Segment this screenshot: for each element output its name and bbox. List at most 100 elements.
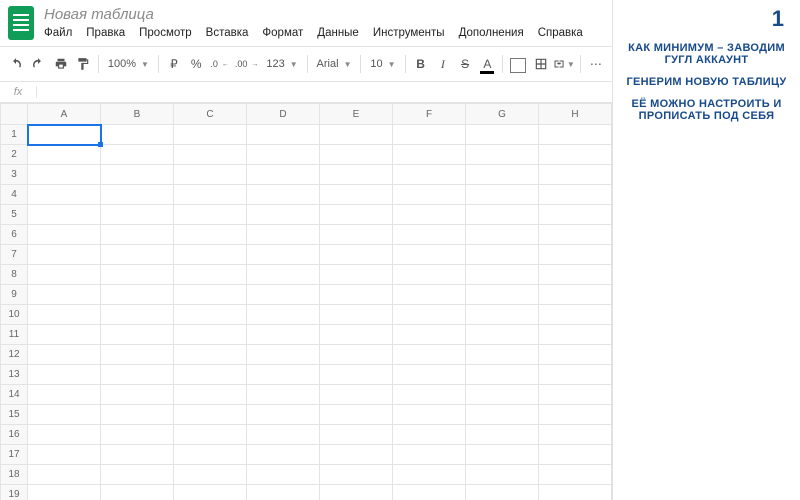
- merge-cells-button[interactable]: ▼: [553, 53, 575, 75]
- cell[interactable]: [101, 285, 174, 305]
- cell[interactable]: [28, 125, 101, 145]
- row-header[interactable]: 3: [1, 165, 28, 185]
- cell[interactable]: [393, 365, 466, 385]
- cell[interactable]: [466, 145, 539, 165]
- row-header[interactable]: 17: [1, 445, 28, 465]
- row-header[interactable]: 7: [1, 245, 28, 265]
- cell[interactable]: [466, 125, 539, 145]
- cell[interactable]: [247, 225, 320, 245]
- cell[interactable]: [28, 385, 101, 405]
- cell[interactable]: [247, 465, 320, 485]
- cell[interactable]: [28, 265, 101, 285]
- paint-format-button[interactable]: [73, 53, 93, 75]
- cell[interactable]: [28, 405, 101, 425]
- cell[interactable]: [320, 465, 393, 485]
- more-toolbar-button[interactable]: ⋯: [586, 53, 606, 75]
- row-header[interactable]: 9: [1, 285, 28, 305]
- cell[interactable]: [320, 445, 393, 465]
- cell[interactable]: [28, 205, 101, 225]
- row-header[interactable]: 5: [1, 205, 28, 225]
- row-header[interactable]: 19: [1, 485, 28, 500]
- row-header[interactable]: 1: [1, 125, 28, 145]
- column-header[interactable]: D: [247, 104, 320, 125]
- cell[interactable]: [539, 425, 612, 445]
- row-header[interactable]: 13: [1, 365, 28, 385]
- cell[interactable]: [247, 365, 320, 385]
- cell[interactable]: [28, 325, 101, 345]
- cell[interactable]: [101, 405, 174, 425]
- cell[interactable]: [101, 385, 174, 405]
- cell[interactable]: [320, 125, 393, 145]
- row-header[interactable]: 14: [1, 385, 28, 405]
- row-header[interactable]: 10: [1, 305, 28, 325]
- cell[interactable]: [28, 225, 101, 245]
- cell[interactable]: [247, 485, 320, 500]
- cell[interactable]: [247, 165, 320, 185]
- cell[interactable]: [466, 185, 539, 205]
- cell[interactable]: [247, 445, 320, 465]
- cell[interactable]: [539, 225, 612, 245]
- column-header[interactable]: G: [466, 104, 539, 125]
- undo-button[interactable]: [6, 53, 26, 75]
- menu-help[interactable]: Справка: [538, 27, 583, 39]
- cell[interactable]: [393, 285, 466, 305]
- cell[interactable]: [466, 445, 539, 465]
- number-format-dropdown[interactable]: 123▼: [262, 53, 301, 75]
- cell[interactable]: [466, 165, 539, 185]
- cell[interactable]: [393, 265, 466, 285]
- cell[interactable]: [101, 445, 174, 465]
- cell[interactable]: [320, 405, 393, 425]
- cell[interactable]: [28, 285, 101, 305]
- cell[interactable]: [174, 325, 247, 345]
- menu-format[interactable]: Формат: [262, 27, 303, 39]
- row-header[interactable]: 6: [1, 225, 28, 245]
- percent-button[interactable]: %: [186, 53, 206, 75]
- cell[interactable]: [101, 365, 174, 385]
- cell[interactable]: [174, 205, 247, 225]
- cell[interactable]: [393, 425, 466, 445]
- cell[interactable]: [393, 225, 466, 245]
- cell[interactable]: [320, 305, 393, 325]
- cell[interactable]: [247, 205, 320, 225]
- cell[interactable]: [174, 185, 247, 205]
- cell[interactable]: [101, 245, 174, 265]
- cell[interactable]: [28, 465, 101, 485]
- cell[interactable]: [247, 125, 320, 145]
- cell[interactable]: [539, 445, 612, 465]
- increase-decimal-button[interactable]: .00→: [233, 53, 261, 75]
- font-dropdown[interactable]: Arial▼: [313, 53, 356, 75]
- cell[interactable]: [28, 485, 101, 500]
- cell[interactable]: [393, 185, 466, 205]
- cell[interactable]: [466, 305, 539, 325]
- menu-view[interactable]: Просмотр: [139, 27, 192, 39]
- cell[interactable]: [320, 225, 393, 245]
- column-header[interactable]: B: [101, 104, 174, 125]
- cell[interactable]: [466, 345, 539, 365]
- cell[interactable]: [247, 425, 320, 445]
- menu-insert[interactable]: Вставка: [206, 27, 249, 39]
- row-header[interactable]: 2: [1, 145, 28, 165]
- cell[interactable]: [393, 385, 466, 405]
- decrease-decimal-button[interactable]: .0←: [208, 53, 231, 75]
- cell[interactable]: [539, 285, 612, 305]
- cell[interactable]: [393, 165, 466, 185]
- cell[interactable]: [101, 145, 174, 165]
- cell[interactable]: [466, 425, 539, 445]
- cell[interactable]: [320, 245, 393, 265]
- cell[interactable]: [320, 165, 393, 185]
- cell[interactable]: [539, 365, 612, 385]
- cell[interactable]: [174, 125, 247, 145]
- cell[interactable]: [174, 225, 247, 245]
- cell[interactable]: [320, 185, 393, 205]
- cell[interactable]: [174, 145, 247, 165]
- menu-edit[interactable]: Правка: [86, 27, 125, 39]
- cell[interactable]: [28, 305, 101, 325]
- cell[interactable]: [393, 305, 466, 325]
- cell[interactable]: [174, 265, 247, 285]
- print-button[interactable]: [50, 53, 70, 75]
- cell[interactable]: [466, 385, 539, 405]
- cell[interactable]: [101, 465, 174, 485]
- cell[interactable]: [320, 365, 393, 385]
- cell[interactable]: [174, 405, 247, 425]
- cell[interactable]: [247, 345, 320, 365]
